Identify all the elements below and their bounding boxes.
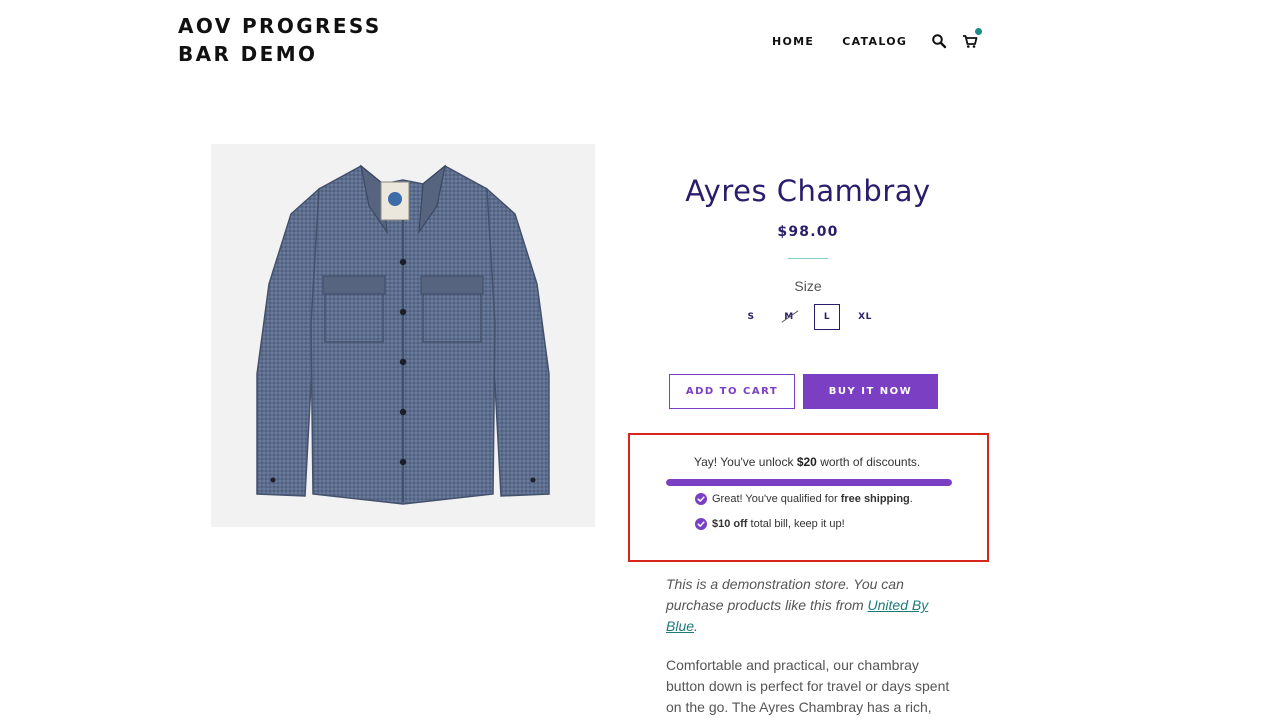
aov-progress-widget: Yay! You've unlock $20 worth of discount… (628, 433, 989, 562)
reward-text-bold: free shipping (840, 493, 910, 505)
aov-reward-row: Great! You've qualified for free shippin… (695, 493, 913, 505)
size-selector: S M L XL (628, 304, 988, 330)
demo-note-suffix: . (694, 618, 698, 634)
size-option-s[interactable]: S (738, 304, 764, 330)
reward-text-prefix: Great! You've qualified for (712, 493, 838, 505)
aov-reward-row: $10 off total bill, keep it up! (695, 518, 845, 530)
reward-text-suffix: total bill, keep it up! (750, 518, 845, 530)
demo-store-note: This is a demonstration store. You can p… (666, 574, 956, 637)
product-title: Ayres Chambray (685, 174, 931, 208)
purchase-buttons: ADD TO CART BUY IT NOW (669, 374, 938, 409)
check-circle-icon (695, 518, 707, 530)
aov-headline-suffix: worth of discounts. (820, 455, 921, 469)
product-details: Ayres Chambray $98.00 Size S M L XL (628, 170, 988, 330)
aov-headline: Yay! You've unlock $20 worth of discount… (694, 455, 920, 469)
search-icon[interactable] (931, 33, 947, 49)
add-to-cart-button[interactable]: ADD TO CART (669, 374, 795, 409)
buy-it-now-button[interactable]: BUY IT NOW (803, 374, 938, 409)
description-body: Comfortable and practical, our chambray … (666, 657, 950, 715)
size-option-l[interactable]: L (814, 304, 840, 330)
product-price: $98.00 (777, 224, 839, 240)
check-circle-icon (695, 493, 707, 505)
reward-text-suffix: . (909, 493, 913, 505)
nav-catalog[interactable]: CATALOG (842, 35, 907, 48)
cart-count-indicator (975, 28, 983, 35)
aov-headline-amount: $20 (796, 455, 817, 469)
reward-text-bold: $10 off (712, 518, 748, 530)
product-description: This is a demonstration store. You can p… (666, 574, 956, 718)
aov-progress-bar (666, 479, 952, 486)
size-option-xl[interactable]: XL (852, 304, 878, 330)
size-option-m[interactable]: M (776, 304, 802, 330)
cart-icon[interactable] (962, 28, 983, 49)
main-nav: HOME CATALOG (772, 28, 983, 52)
product-image[interactable] (211, 144, 595, 527)
aov-progress-fill (666, 479, 952, 486)
nav-home[interactable]: HOME (772, 35, 814, 48)
site-title[interactable]: AOV PROGRESS BAR DEMO (178, 12, 438, 68)
aov-headline-prefix: Yay! You've unlock (694, 455, 794, 469)
title-divider (788, 258, 828, 259)
size-label: Size (794, 278, 822, 294)
